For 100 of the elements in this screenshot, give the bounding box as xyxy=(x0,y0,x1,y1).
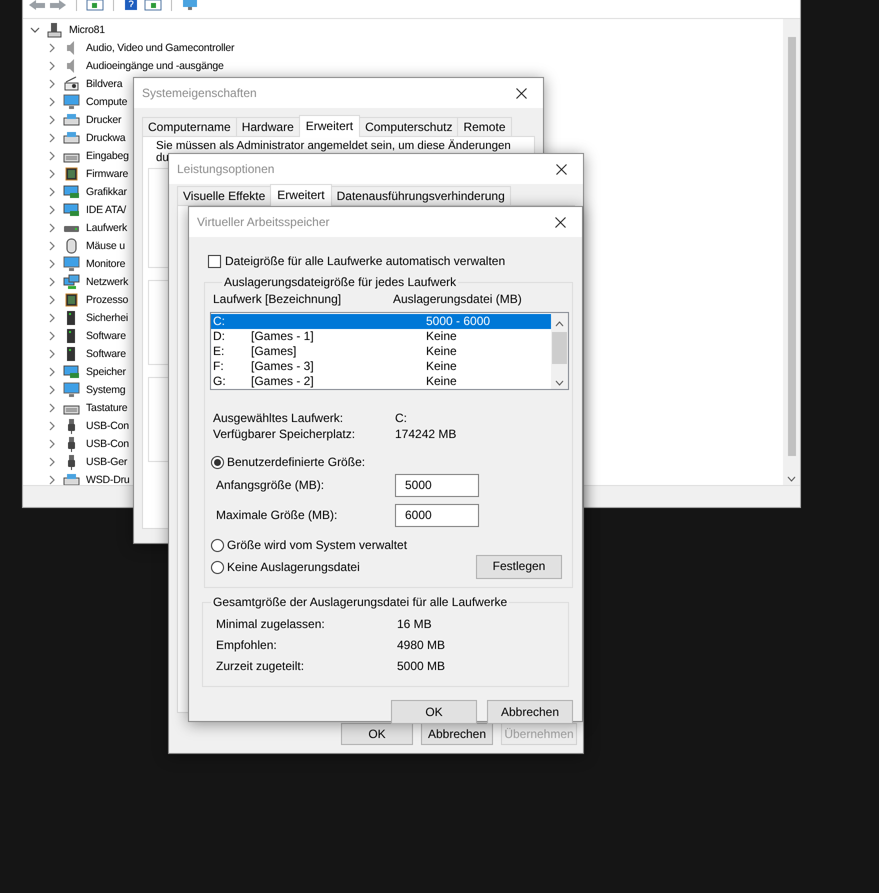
list-row[interactable]: D: [Games - 1] Keine xyxy=(211,328,551,344)
list-row[interactable]: E: [Games] Keine xyxy=(211,344,551,359)
expand-chevron-icon[interactable] xyxy=(47,115,57,125)
tree-item: Systemg xyxy=(86,384,126,396)
expand-chevron-icon[interactable] xyxy=(47,133,57,143)
tree-item: Firmware xyxy=(86,168,128,180)
field-value: 174242 MB xyxy=(395,427,458,442)
expand-chevron-icon[interactable] xyxy=(47,313,57,323)
expand-chevron-icon[interactable] xyxy=(47,367,57,377)
expand-chevron-icon[interactable] xyxy=(47,223,57,233)
tree-item: Tastature xyxy=(86,402,128,414)
tree-item: Prozesso xyxy=(86,294,128,306)
set-button[interactable]: Festlegen xyxy=(476,554,562,579)
expand-chevron-icon[interactable] xyxy=(47,151,57,161)
expand-chevron-icon[interactable] xyxy=(47,277,57,287)
column-header: Laufwerk [Bezeichnung] xyxy=(213,292,342,307)
list-row[interactable]: C: 5000 - 6000 xyxy=(211,314,551,329)
expand-chevron-icon[interactable] xyxy=(47,259,57,269)
printer-icon xyxy=(63,130,80,146)
column-header: Auslagerungsdatei (MB) xyxy=(393,292,522,307)
expand-chevron-icon[interactable] xyxy=(47,295,57,305)
radio-button[interactable] xyxy=(211,456,224,470)
scrollbar[interactable] xyxy=(783,19,800,485)
tab[interactable]: Erweitert xyxy=(270,184,332,206)
tree-item: Laufwerk xyxy=(86,222,128,234)
close-icon xyxy=(556,164,566,174)
printer-icon xyxy=(63,112,80,128)
dialog-button[interactable]: OK xyxy=(391,700,477,724)
expand-chevron-icon[interactable] xyxy=(47,349,57,359)
field-label: Zurzeit zugeteilt: xyxy=(216,659,306,674)
field-label: Verfügbarer Speicherplatz: xyxy=(213,427,356,442)
radio-label: Benutzerdefinierte Größe: xyxy=(227,455,366,470)
tree-item: Netzwerk xyxy=(86,276,128,288)
dialog-button[interactable]: Abbrechen xyxy=(487,700,573,724)
card-icon xyxy=(63,202,80,218)
tree-item: USB-Con xyxy=(86,438,129,450)
tab[interactable]: Visuelle Effekte xyxy=(177,186,272,205)
list-row[interactable]: G: [Games - 2] Keine xyxy=(211,374,551,389)
tab[interactable]: Datenausführungsverhinderung xyxy=(330,186,511,205)
scroll-down-icon xyxy=(555,380,564,386)
expand-chevron-icon[interactable] xyxy=(47,331,57,341)
tree-item: Compute xyxy=(86,96,128,108)
expand-chevron-icon[interactable] xyxy=(47,439,57,449)
expand-chevron-icon[interactable] xyxy=(47,241,57,251)
scrollbar[interactable] xyxy=(551,312,568,389)
close-icon xyxy=(516,88,526,98)
collapse-chevron-icon[interactable] xyxy=(30,25,40,35)
input-field[interactable]: 6000 xyxy=(395,504,479,527)
notice-text: Sie müssen als Administrator angemeldet sein, um diese Änderungen xyxy=(156,140,512,152)
list-row[interactable]: F: [Games - 3] Keine xyxy=(211,358,551,374)
field-value: C: xyxy=(395,410,408,426)
card-icon xyxy=(63,364,80,380)
tab[interactable]: Erweitert xyxy=(298,115,360,137)
tree-item: Eingabeg xyxy=(86,150,129,162)
tab[interactable]: Computerschutz xyxy=(359,117,458,136)
monitor-icon xyxy=(181,0,199,11)
tree-item: WSD-Dru xyxy=(86,474,130,485)
expand-chevron-icon[interactable] xyxy=(47,97,57,107)
radio-button[interactable] xyxy=(211,539,224,552)
forward-arrow-icon xyxy=(49,0,67,11)
dialog-button[interactable]: OK xyxy=(341,723,413,745)
tree-item: Software xyxy=(86,330,126,342)
tree-item: Audio, Video und Gamecontroller xyxy=(86,42,234,54)
expand-chevron-icon[interactable] xyxy=(47,475,57,485)
input-field[interactable]: 5000 xyxy=(395,474,479,497)
expand-chevron-icon[interactable] xyxy=(47,205,57,215)
expand-chevron-icon[interactable] xyxy=(47,61,57,71)
expand-chevron-icon[interactable] xyxy=(47,79,57,89)
scroll-up-icon xyxy=(555,320,564,327)
expand-chevron-icon[interactable] xyxy=(47,403,57,413)
tree-item: Audioeingänge und -ausgänge xyxy=(86,60,224,72)
computer-icon xyxy=(46,22,63,38)
tab[interactable]: Computername xyxy=(142,117,237,136)
field-value: 5000 MB xyxy=(397,659,446,674)
field-value: 4980 MB xyxy=(397,638,446,652)
expand-chevron-icon[interactable] xyxy=(47,385,57,395)
tree-item: USB-Con xyxy=(86,420,129,432)
radio-label: Keine Auslagerungsdatei xyxy=(227,560,360,575)
close-icon xyxy=(554,216,566,228)
tab[interactable]: Remote xyxy=(457,117,512,136)
dialog-button[interactable]: Abbrechen xyxy=(421,723,493,745)
checkbox[interactable] xyxy=(208,254,221,268)
checkbox-label: Dateigröße für alle Laufwerke automatisch verwalten xyxy=(225,254,506,268)
field-value: 16 MB xyxy=(397,616,433,631)
expand-chevron-icon[interactable] xyxy=(47,457,57,467)
expand-chevron-icon[interactable] xyxy=(47,43,57,53)
field-label: Empfohlen: xyxy=(216,638,278,652)
tree-item: IDE ATA/ xyxy=(86,204,126,216)
back-arrow-icon xyxy=(28,0,46,11)
notice-text: du xyxy=(156,152,170,164)
expand-chevron-icon[interactable] xyxy=(47,421,57,431)
field-label: Anfangsgröße (MB): xyxy=(216,478,326,492)
monitor-icon xyxy=(63,382,80,398)
monitor-icon xyxy=(63,256,80,272)
radio-label: Größe wird vom System verwaltet xyxy=(227,538,408,553)
radio-button[interactable] xyxy=(211,561,224,574)
scroll-down-icon xyxy=(787,476,796,482)
expand-chevron-icon[interactable] xyxy=(47,187,57,197)
expand-chevron-icon[interactable] xyxy=(47,169,57,179)
window-title: Systemeigenschaften xyxy=(142,86,257,100)
